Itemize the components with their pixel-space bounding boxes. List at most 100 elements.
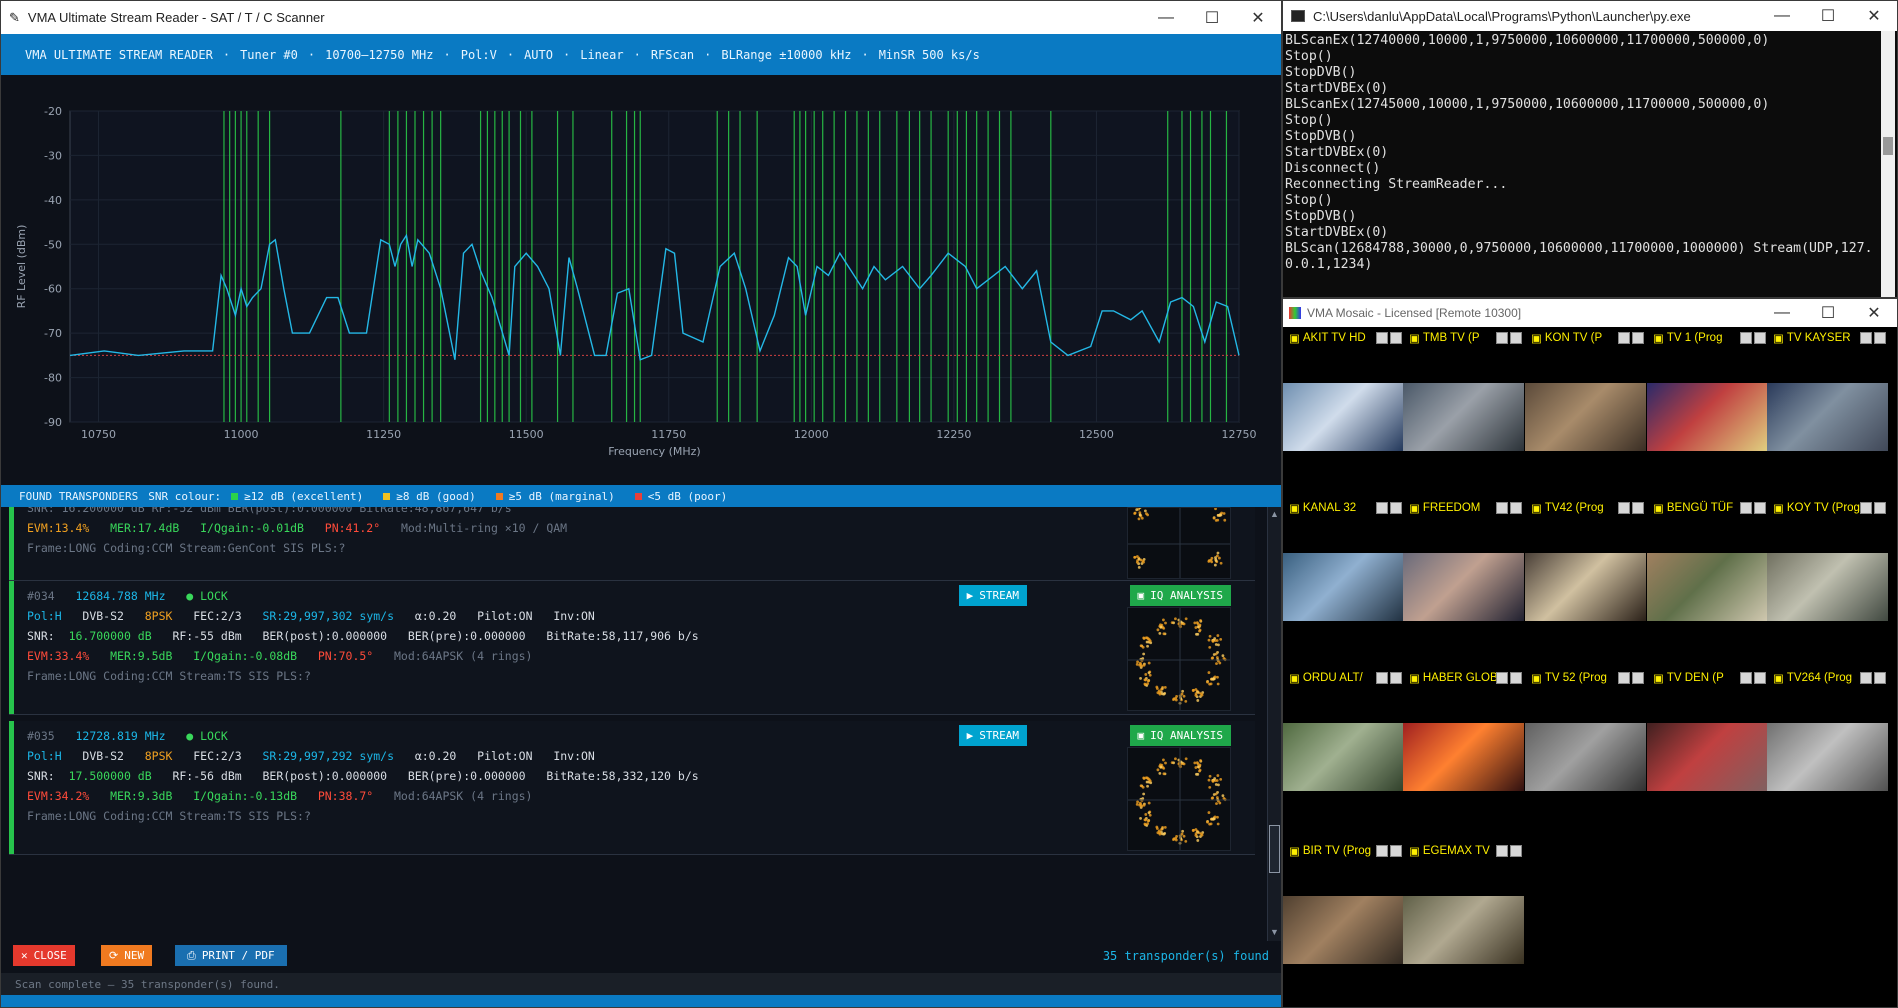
minimize-button[interactable]: — (1143, 1, 1189, 34)
channel-thumbnail[interactable] (1283, 383, 1404, 451)
console-titlebar[interactable]: C:\Users\danlu\AppData\Local\Programs\Py… (1283, 1, 1897, 31)
stream-button[interactable]: ▶ STREAM (958, 585, 1027, 606)
zoom-icon[interactable] (1496, 502, 1508, 514)
speaker-icon[interactable] (1510, 332, 1522, 344)
speaker-icon[interactable] (1510, 502, 1522, 514)
speaker-icon[interactable] (1874, 672, 1886, 684)
transponder-row[interactable]: SNR: 16.200000 dB RF:-52 dBm BER(post):0… (9, 507, 1255, 581)
speaker-icon[interactable] (1510, 845, 1522, 857)
speaker-icon[interactable] (1754, 672, 1766, 684)
zoom-icon[interactable] (1740, 332, 1752, 344)
mosaic-tile[interactable]: ▣ TV KAYSER (1767, 329, 1888, 451)
scroll-thumb[interactable] (1269, 825, 1280, 873)
transponder-row[interactable]: #035 12728.819 MHz ● LOCK Pol:H DVB-S2 8… (9, 721, 1255, 855)
zoom-icon[interactable] (1376, 672, 1388, 684)
zoom-icon[interactable] (1618, 672, 1630, 684)
mosaic-tile[interactable]: ▣ HABER GLOB (1403, 669, 1524, 791)
console-scrollbar[interactable] (1881, 31, 1895, 297)
mosaic-tile[interactable]: ▣ AKIT TV HD (1283, 329, 1404, 451)
channel-thumbnail[interactable] (1767, 723, 1888, 791)
y-tick-label: -70 (44, 327, 62, 340)
scroll-up-arrow[interactable]: ▲ (1270, 509, 1279, 519)
mosaic-tile[interactable]: ▣ TV264 (Prog (1767, 669, 1888, 791)
mosaic-minimize-button[interactable]: — (1759, 299, 1805, 327)
channel-thumbnail[interactable] (1403, 723, 1524, 791)
channel-thumbnail[interactable] (1283, 723, 1404, 791)
maximize-button[interactable]: ☐ (1189, 1, 1235, 34)
legend-title: FOUND TRANSPONDERS (19, 489, 139, 503)
iq-analysis-button[interactable]: ▣ IQ ANALYSIS (1129, 585, 1231, 606)
channel-thumbnail[interactable] (1525, 553, 1646, 621)
header-field: · (307, 47, 316, 62)
zoom-icon[interactable] (1496, 672, 1508, 684)
mosaic-tile[interactable]: ▣ TMB TV (P (1403, 329, 1524, 451)
channel-thumbnail[interactable] (1647, 553, 1768, 621)
zoom-icon[interactable] (1740, 502, 1752, 514)
list-scrollbar[interactable]: ▲ ▼ (1267, 507, 1281, 941)
mosaic-tile[interactable]: ▣ TV 52 (Prog (1525, 669, 1646, 791)
console-window: C:\Users\danlu\AppData\Local\Programs\Py… (1282, 0, 1898, 298)
speaker-icon[interactable] (1754, 502, 1766, 514)
scroll-down-arrow[interactable]: ▼ (1270, 927, 1279, 937)
mosaic-tile[interactable]: ▣ KOY TV (Prog (1767, 499, 1888, 621)
zoom-icon[interactable] (1376, 502, 1388, 514)
mosaic-close-button[interactable]: ✕ (1851, 299, 1897, 327)
zoom-icon[interactable] (1496, 332, 1508, 344)
speaker-icon[interactable] (1390, 845, 1402, 857)
transponder-row[interactable]: #034 12684.788 MHz ● LOCK Pol:H DVB-S2 8… (9, 581, 1255, 715)
channel-thumbnail[interactable] (1403, 896, 1524, 964)
new-scan-button[interactable]: ⟳ NEW (101, 945, 153, 966)
zoom-icon[interactable] (1376, 845, 1388, 857)
zoom-icon[interactable] (1376, 332, 1388, 344)
zoom-icon[interactable] (1618, 332, 1630, 344)
zoom-icon[interactable] (1496, 845, 1508, 857)
console-maximize-button[interactable]: ☐ (1805, 1, 1851, 31)
speaker-icon[interactable] (1874, 332, 1886, 344)
speaker-icon[interactable] (1754, 332, 1766, 344)
zoom-icon[interactable] (1860, 672, 1872, 684)
speaker-icon[interactable] (1390, 332, 1402, 344)
speaker-icon[interactable] (1632, 332, 1644, 344)
mosaic-titlebar[interactable]: VMA Mosaic - Licensed [Remote 10300] — ☐… (1283, 299, 1897, 327)
channel-thumbnail[interactable] (1283, 553, 1404, 621)
channel-thumbnail[interactable] (1283, 896, 1404, 964)
channel-thumbnail[interactable] (1647, 383, 1768, 451)
mosaic-maximize-button[interactable]: ☐ (1805, 299, 1851, 327)
channel-thumbnail[interactable] (1525, 723, 1646, 791)
mosaic-tile[interactable]: ▣ ORDU ALT/ (1283, 669, 1404, 791)
mosaic-tile[interactable]: ▣ BIR TV (Prog (1283, 842, 1404, 964)
mosaic-tile[interactable]: ▣ FREEDOM (1403, 499, 1524, 621)
scanner-titlebar[interactable]: ✎ VMA Ultimate Stream Reader - SAT / T / … (1, 1, 1281, 34)
mosaic-tile[interactable]: ▣ KON TV (P (1525, 329, 1646, 451)
close-button[interactable]: ✕ CLOSE (13, 945, 75, 966)
speaker-icon[interactable] (1632, 672, 1644, 684)
speaker-icon[interactable] (1390, 672, 1402, 684)
mosaic-tile[interactable]: ▣ KANAL 32 (1283, 499, 1404, 621)
console-close-button[interactable]: ✕ (1851, 1, 1897, 31)
speaker-icon[interactable] (1874, 502, 1886, 514)
channel-thumbnail[interactable] (1767, 383, 1888, 451)
zoom-icon[interactable] (1860, 332, 1872, 344)
channel-thumbnail[interactable] (1767, 553, 1888, 621)
channel-thumbnail[interactable] (1525, 383, 1646, 451)
mosaic-tile[interactable]: ▣ TV42 (Prog (1525, 499, 1646, 621)
iq-analysis-button[interactable]: ▣ IQ ANALYSIS (1129, 725, 1231, 746)
zoom-icon[interactable] (1740, 672, 1752, 684)
tp-number: #034 (27, 589, 55, 603)
zoom-icon[interactable] (1860, 502, 1872, 514)
print-pdf-button[interactable]: ⎙ PRINT / PDF (175, 945, 287, 966)
mosaic-tile[interactable]: ▣ TV 1 (Prog (1647, 329, 1768, 451)
mosaic-tile[interactable]: ▣ BENGÜ TÜF (1647, 499, 1768, 621)
close-window-button[interactable]: ✕ (1235, 1, 1281, 34)
channel-thumbnail[interactable] (1403, 383, 1524, 451)
channel-thumbnail[interactable] (1403, 553, 1524, 621)
speaker-icon[interactable] (1390, 502, 1402, 514)
zoom-icon[interactable] (1618, 502, 1630, 514)
channel-thumbnail[interactable] (1647, 723, 1768, 791)
stream-button[interactable]: ▶ STREAM (958, 725, 1027, 746)
mosaic-tile[interactable]: ▣ TV DEN (P (1647, 669, 1768, 791)
speaker-icon[interactable] (1510, 672, 1522, 684)
mosaic-tile[interactable]: ▣ EGEMAX TV (1403, 842, 1524, 964)
speaker-icon[interactable] (1632, 502, 1644, 514)
console-minimize-button[interactable]: — (1759, 1, 1805, 31)
